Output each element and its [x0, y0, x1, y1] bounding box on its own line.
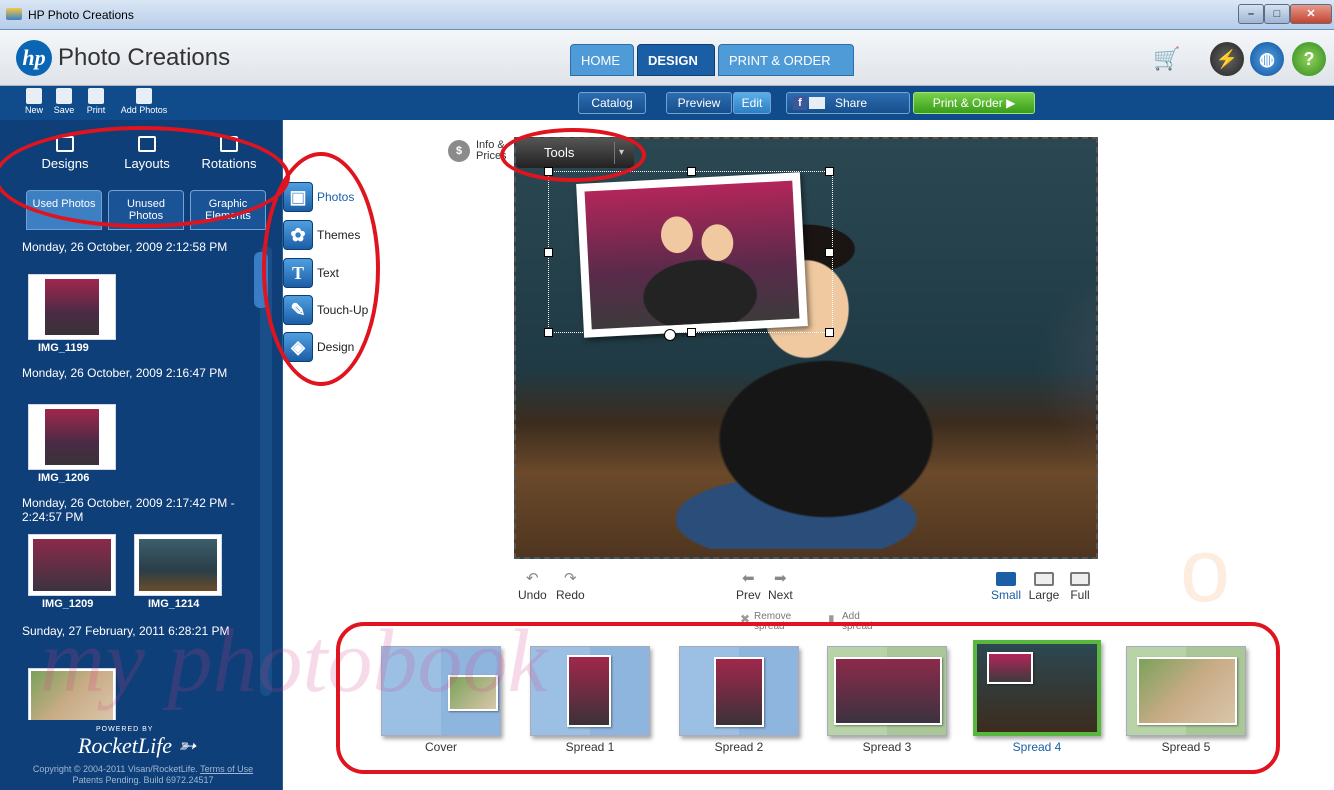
redo-button[interactable]: ↷ Redo — [556, 570, 585, 602]
edit-button[interactable]: Edit — [733, 92, 771, 114]
preview-button[interactable]: Preview — [666, 92, 732, 114]
patents-text: Patents Pending. Build 6972.24517 — [72, 775, 214, 785]
view-full-button[interactable]: Full — [1060, 572, 1100, 602]
rotate-handle[interactable] — [664, 329, 676, 341]
new-label: New — [24, 105, 43, 115]
print-label: Print — [86, 105, 106, 115]
photo-thumb-img-1209[interactable] — [28, 534, 116, 596]
resize-handle[interactable] — [825, 167, 834, 176]
add-photos-label: Add Photos — [120, 105, 168, 115]
next-arrow-icon: ➡ — [774, 570, 787, 587]
photo-caption: IMG_1199 — [38, 342, 89, 354]
resize-handle[interactable] — [825, 328, 834, 337]
prev-arrow-icon: ⬅ — [742, 570, 755, 587]
full-view-icon — [1070, 572, 1090, 586]
powered-by-logo: POWERED BY RocketLife ➳ — [78, 726, 197, 758]
app-header: hp Photo Creations HOME DESIGN PRINT & O… — [0, 30, 1334, 86]
facebook-icon: f — [793, 96, 807, 110]
annotation-oval-categories — [0, 126, 290, 228]
copyright-text: Copyright © 2004-2011 Visan/RocketLife. — [32, 764, 198, 774]
undo-icon: ↶ — [526, 570, 539, 587]
share-button[interactable]: f Share — [786, 92, 910, 114]
terms-of-use-link[interactable]: Terms of Use — [200, 764, 253, 774]
next-button[interactable]: ➡ Next — [768, 570, 793, 602]
print-order-button[interactable]: Print & Order ▶ — [913, 92, 1035, 114]
view-small-button[interactable]: Small — [986, 572, 1026, 602]
tab-design[interactable]: DESIGN — [637, 44, 715, 76]
prev-button[interactable]: ⬅ Prev — [736, 570, 761, 602]
minimize-button[interactable]: – — [1238, 4, 1264, 24]
print-order-label: Print & Order — [932, 96, 1003, 110]
undo-button[interactable]: ↶ Undo — [518, 570, 547, 602]
group-label: Monday, 26 October, 2009 2:12:58 PM — [22, 240, 228, 254]
large-label: Large — [1028, 588, 1060, 602]
undo-label: Undo — [518, 588, 547, 602]
powered-by-text: POWERED BY — [96, 726, 154, 733]
copyright: Copyright © 2004-2011 Visan/RocketLife. … — [6, 764, 280, 786]
photo-caption: IMG_1206 — [38, 472, 90, 484]
close-button[interactable]: ✕ — [1290, 4, 1332, 24]
group-label: Monday, 26 October, 2009 2:17:42 PM - 2:… — [22, 496, 235, 524]
redo-label: Redo — [556, 588, 585, 602]
photo-thumb-img-1206[interactable] — [28, 404, 116, 470]
window-title: HP Photo Creations — [28, 8, 134, 22]
window-title-bar: HP Photo Creations – □ ✕ — [0, 0, 1334, 30]
hp-logo: hp — [16, 40, 52, 76]
resize-handle[interactable] — [544, 328, 553, 337]
shopping-cart-icon[interactable]: 🛒 — [1150, 42, 1184, 76]
save-label: Save — [53, 105, 75, 115]
brand-title: Photo Creations — [58, 44, 231, 71]
add-photos-icon — [136, 88, 152, 104]
photo-caption: IMG_1209 — [42, 598, 94, 610]
dollar-icon: $ — [448, 140, 470, 162]
catalog-button[interactable]: Catalog — [578, 92, 646, 114]
save-button[interactable]: Save — [50, 88, 78, 118]
large-view-icon — [1034, 572, 1054, 586]
new-icon — [26, 88, 42, 104]
tab-home[interactable]: HOME — [570, 44, 634, 76]
print-button[interactable]: Print — [82, 88, 110, 118]
prev-label: Prev — [736, 588, 761, 602]
resize-handle[interactable] — [825, 248, 834, 257]
share-label: Share — [835, 96, 868, 110]
full-label: Full — [1070, 588, 1090, 602]
mail-icon — [809, 97, 825, 109]
globe-icon[interactable]: ◍ — [1250, 42, 1284, 76]
bolt-icon[interactable]: ⚡ — [1210, 42, 1244, 76]
tab-print-order[interactable]: PRINT & ORDER — [718, 44, 854, 76]
sub-toolbar: Catalog Preview Edit f Share Print & Orde… — [0, 86, 1334, 120]
view-large-button[interactable]: Large — [1024, 572, 1064, 602]
app-icon — [6, 8, 22, 20]
add-photos-button[interactable]: Add Photos — [112, 88, 176, 118]
small-label: Small — [990, 588, 1021, 602]
photo-thumb-img-1199[interactable] — [28, 274, 116, 340]
annotation-oval-tools — [262, 152, 380, 386]
photo-thumb-img-1214[interactable] — [134, 534, 222, 596]
annotation-box-spreads — [336, 622, 1280, 774]
photo-caption: IMG_1214 — [148, 598, 200, 610]
redo-icon: ↷ — [564, 570, 577, 587]
save-icon — [56, 88, 72, 104]
next-label: Next — [768, 588, 793, 602]
rocketlife-text: RocketLife — [78, 733, 173, 758]
group-label: Monday, 26 October, 2009 2:16:47 PM — [22, 366, 228, 380]
new-button[interactable]: New — [20, 88, 48, 118]
help-icon[interactable]: ? — [1292, 42, 1326, 76]
resize-handle[interactable] — [687, 328, 696, 337]
print-icon — [88, 88, 104, 104]
resize-handle[interactable] — [544, 248, 553, 257]
selection-box[interactable] — [544, 167, 834, 337]
annotation-oval-tools-button — [500, 128, 646, 182]
small-view-icon — [996, 572, 1016, 586]
watermark: o — [1180, 521, 1231, 621]
resize-handle[interactable] — [687, 167, 696, 176]
maximize-button[interactable]: □ — [1264, 4, 1290, 24]
